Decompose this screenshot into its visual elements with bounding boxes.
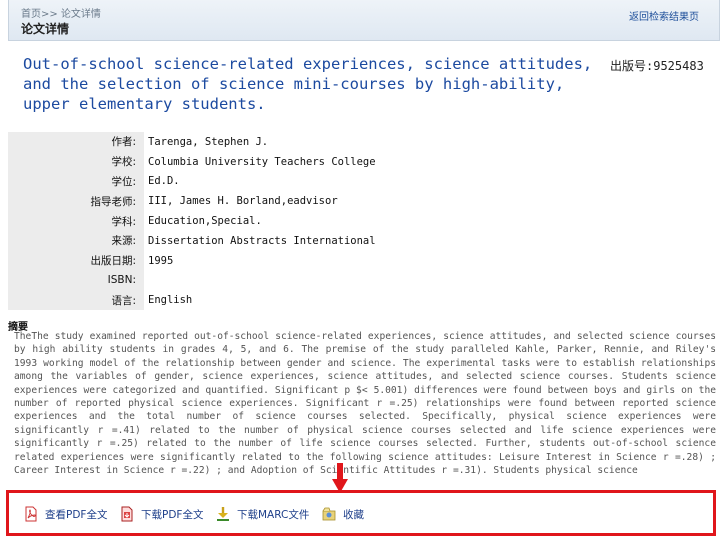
favorite-button[interactable]: 收藏 <box>321 506 364 522</box>
meta-label: 来源: <box>8 230 144 251</box>
meta-row-degree: 学位: Ed.D. <box>8 171 720 192</box>
meta-value: Dissertation Abstracts International <box>148 234 376 247</box>
meta-value: Education,Special. <box>148 215 262 228</box>
favorite-label: 收藏 <box>343 508 364 521</box>
meta-value: 1995 <box>148 254 174 267</box>
meta-row-author: 作者: Tarenga, Stephen J. <box>8 132 720 152</box>
download-icon <box>217 507 229 521</box>
paper-title: Out-of-school science-related experience… <box>23 55 593 113</box>
meta-label: 学校: <box>8 151 144 172</box>
meta-label: 指导老师: <box>8 191 144 212</box>
download-marc-button[interactable]: 下载MARC文件 <box>215 506 309 522</box>
page-header: 首页>> 论文详情 论文详情 返回检索结果页 <box>8 0 720 41</box>
view-pdf-label: 查看PDF全文 <box>45 508 108 521</box>
meta-row-source: 来源: Dissertation Abstracts International <box>8 230 720 251</box>
meta-value: Tarenga, Stephen J. <box>148 135 269 148</box>
abstract-text: TheThe study examined reported out-of-sc… <box>14 331 716 477</box>
meta-row-pub-date: 出版日期: 1995 <box>8 250 720 271</box>
meta-value: Columbia University Teachers College <box>148 155 376 168</box>
pdf-download-icon <box>121 506 133 522</box>
view-pdf-button[interactable]: 查看PDF全文 <box>23 506 107 522</box>
publication-number: 出版号:9525483 <box>610 59 704 73</box>
meta-value: English <box>148 294 193 307</box>
download-pdf-button[interactable]: 下载PDF全文 <box>119 506 203 522</box>
meta-label: 语言: <box>8 290 144 311</box>
meta-value: Ed.D. <box>148 175 180 188</box>
down-arrow-icon <box>332 463 348 493</box>
breadcrumb[interactable]: 首页>> 论文详情 <box>21 5 101 20</box>
meta-row-isbn: ISBN: <box>8 270 720 291</box>
meta-label: 学位: <box>8 171 144 192</box>
meta-row-subject: 学科: Education,Special. <box>8 211 720 231</box>
meta-label: 作者: <box>8 132 144 152</box>
meta-row-advisor: 指导老师: III, James H. Borland,eadvisor <box>8 191 720 212</box>
meta-label: 学科: <box>8 211 144 231</box>
meta-label: ISBN: <box>8 270 144 291</box>
meta-label: 出版日期: <box>8 250 144 271</box>
metadata-table: 作者: Tarenga, Stephen J. 学校: Columbia Unive… <box>8 132 720 311</box>
download-pdf-label: 下载PDF全文 <box>141 508 204 521</box>
meta-row-language: 语言: English <box>8 290 720 311</box>
download-toolbar: 查看PDF全文 下载PDF全文 下载MARC文件 收藏 <box>6 490 716 536</box>
back-to-results-link[interactable]: 返回检索结果页 <box>629 8 699 23</box>
page-title: 论文详情 <box>21 22 70 36</box>
favorite-folder-icon <box>322 507 336 521</box>
meta-row-school: 学校: Columbia University Teachers College <box>8 151 720 172</box>
meta-value <box>144 271 720 291</box>
meta-value: III, James H. Borland,eadvisor <box>148 195 338 208</box>
download-marc-label: 下载MARC文件 <box>237 508 310 521</box>
pdf-icon <box>25 506 37 522</box>
